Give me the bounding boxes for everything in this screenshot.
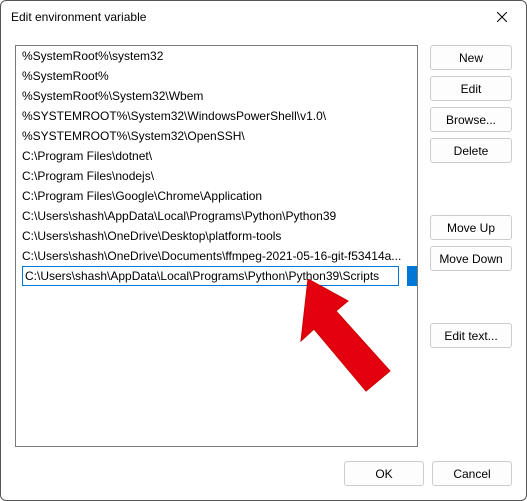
ok-button[interactable]: OK [344,461,424,486]
content-area: %SystemRoot%\system32 %SystemRoot% %Syst… [1,33,526,455]
list-item[interactable]: %SystemRoot%\System32\Wbem [16,86,417,106]
spacer [430,169,512,209]
dialog-footer: OK Cancel [1,455,526,500]
list-item[interactable]: C:\Program Files\Google\Chrome\Applicati… [16,186,417,206]
list-item[interactable]: %SYSTEMROOT%\System32\OpenSSH\ [16,126,417,146]
edit-env-var-dialog: Edit environment variable %SystemRoot%\s… [0,0,527,501]
new-button[interactable]: New [430,45,512,70]
edit-text-button[interactable]: Edit text... [430,323,512,348]
list-item[interactable]: C:\Users\shash\OneDrive\Desktop\platform… [16,226,417,246]
path-edit-input[interactable] [22,266,399,286]
close-button[interactable] [482,3,522,31]
list-item-editing[interactable] [16,266,417,286]
list-item[interactable]: %SystemRoot%\system32 [16,46,417,66]
close-icon [497,12,507,22]
dialog-title: Edit environment variable [11,10,482,24]
list-item[interactable]: C:\Users\shash\OneDrive\Documents\ffmpeg… [16,246,417,266]
move-down-button[interactable]: Move Down [430,246,512,271]
move-up-button[interactable]: Move Up [430,215,512,240]
delete-button[interactable]: Delete [430,138,512,163]
browse-button[interactable]: Browse... [430,107,512,132]
path-listbox[interactable]: %SystemRoot%\system32 %SystemRoot% %Syst… [15,45,418,447]
edit-button[interactable]: Edit [430,76,512,101]
spacer [430,277,512,317]
selection-end-marker [407,266,417,286]
titlebar: Edit environment variable [1,1,526,33]
cancel-button[interactable]: Cancel [432,461,512,486]
list-item[interactable]: C:\Program Files\nodejs\ [16,166,417,186]
list-item[interactable]: C:\Program Files\dotnet\ [16,146,417,166]
list-item[interactable]: %SYSTEMROOT%\System32\WindowsPowerShell\… [16,106,417,126]
side-button-group: New Edit Browse... Delete Move Up Move D… [430,45,512,447]
list-item[interactable]: %SystemRoot% [16,66,417,86]
list-item[interactable]: C:\Users\shash\AppData\Local\Programs\Py… [16,206,417,226]
